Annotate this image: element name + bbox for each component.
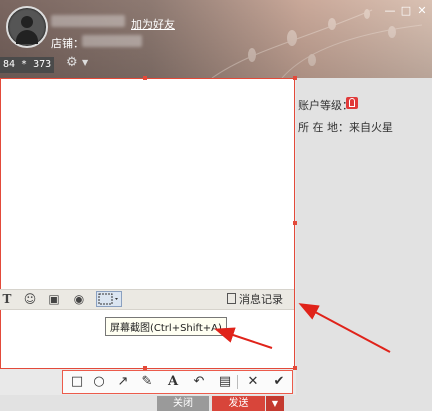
ellipse-tool-icon[interactable]: ○ [89,373,109,391]
text-tool-icon[interactable]: A [163,373,183,391]
minimize-button[interactable]: — [382,4,398,17]
emoji-icon[interactable]: ☺ [22,290,38,308]
rectangle-tool-icon[interactable]: □ [67,373,87,391]
font-icon[interactable]: T [0,290,14,308]
message-history-button[interactable]: 消息记录 [227,291,283,308]
close-button[interactable]: 关闭 [157,396,209,411]
add-friend-link[interactable]: 加为好友 [131,16,175,32]
contact-avatar[interactable] [6,6,48,48]
shop-label: 店铺： [51,37,84,50]
arrow-tool-icon[interactable]: ↗ [113,373,133,391]
send-button[interactable]: 发送 [212,396,265,411]
image-icon[interactable]: ▣ [46,290,62,308]
selection-handle-top-right[interactable] [293,76,297,80]
confirm-icon[interactable]: ✔ [269,373,289,391]
screenshot-tool-button[interactable] [96,291,122,307]
selection-handle-bottom-right[interactable] [293,366,297,370]
shop-name-redacted [82,35,142,47]
send-options-button[interactable]: ▼ [266,396,284,411]
level-badge-icon [346,97,358,109]
brush-tool-icon[interactable]: ✎ [137,373,157,391]
close-window-button[interactable]: ✕ [414,4,430,17]
account-level-label: 账户等级： [298,99,353,112]
gear-icon[interactable]: ⚙ [66,55,78,70]
selection-handle-top[interactable] [143,76,147,80]
save-icon[interactable]: ▤ [215,373,235,391]
chevron-down-icon[interactable]: ▼ [82,58,88,67]
screenshot-tooltip: 屏幕截图(Ctrl+Shift+A) [105,317,227,336]
document-icon [227,293,236,304]
selection-size-readout: 84 * 373 [0,57,55,73]
contact-name-redacted [51,15,125,27]
selection-handle-right[interactable] [293,221,297,225]
voice-icon[interactable]: ◉ [70,290,88,308]
undo-icon[interactable]: ↶ [189,373,209,391]
scissors-frame-icon [98,293,118,305]
maximize-button[interactable]: □ [398,4,414,17]
history-label: 消息记录 [239,293,283,306]
cancel-icon[interactable]: ✕ [243,373,263,391]
location-text: 所 在 地：来自火星 [298,121,393,134]
screenshot-toolbar: □ ○ ↗ ✎ A ↶ ▤ ✕ ✔ [62,370,293,394]
